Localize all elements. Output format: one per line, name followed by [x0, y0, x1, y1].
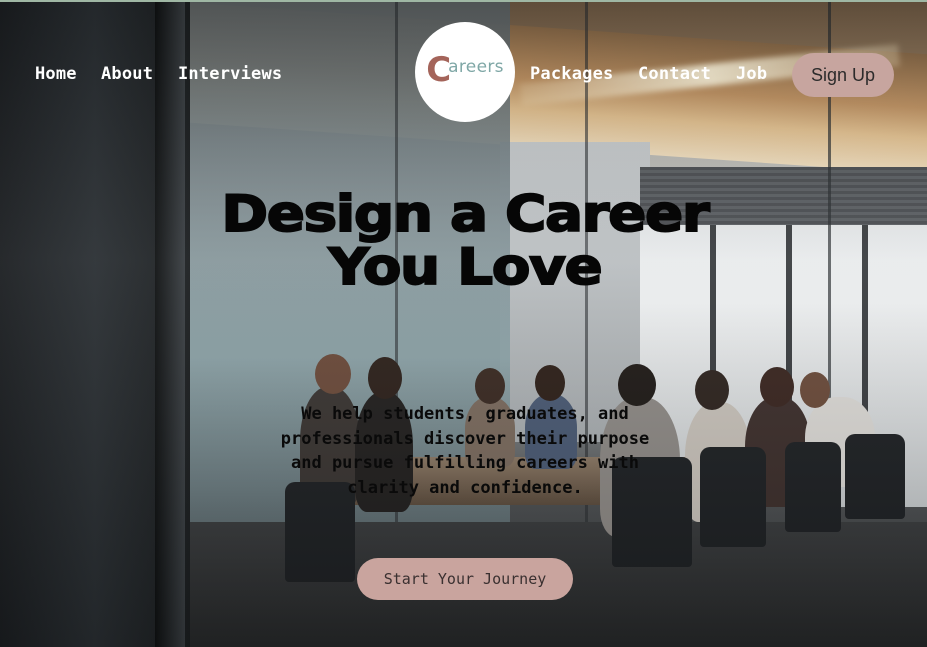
- logo-text: areers: [448, 57, 504, 77]
- hero-title: Design a Career You Love: [220, 185, 710, 296]
- nav-link-about[interactable]: About: [101, 64, 153, 84]
- logo[interactable]: C areers: [415, 22, 515, 122]
- page: Home About Interviews C areers Packages …: [0, 0, 927, 647]
- hero-subtitle: We help students, graduates, and profess…: [280, 404, 650, 498]
- sign-up-button[interactable]: Sign Up: [792, 53, 894, 97]
- nav-link-packages[interactable]: Packages: [530, 64, 613, 84]
- nav-link-interviews[interactable]: Interviews: [178, 64, 282, 84]
- nav-link-job[interactable]: Job: [736, 64, 767, 84]
- start-journey-button[interactable]: Start Your Journey: [357, 558, 573, 600]
- nav-link-contact[interactable]: Contact: [638, 64, 711, 84]
- nav-link-home[interactable]: Home: [35, 64, 77, 84]
